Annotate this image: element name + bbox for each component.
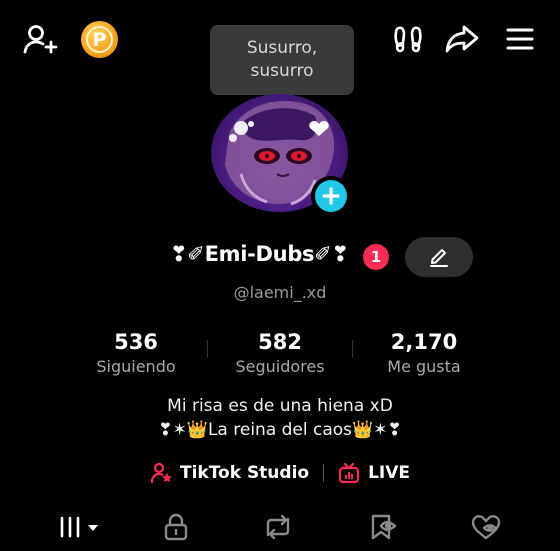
stat-followers[interactable]: 582 Seguidores bbox=[210, 328, 350, 378]
avatar-add-button[interactable] bbox=[311, 176, 351, 216]
tab-videos[interactable] bbox=[56, 512, 102, 542]
hamburger-menu-icon[interactable] bbox=[504, 25, 536, 53]
notification-badge: 1 bbox=[363, 244, 389, 270]
live-tv-icon bbox=[338, 462, 360, 484]
tooltip: Susurro, susurro bbox=[210, 25, 354, 95]
stat-divider bbox=[352, 340, 353, 358]
footprints-icon[interactable] bbox=[391, 22, 425, 56]
live-label: LIVE bbox=[368, 463, 411, 483]
display-name: ❣︎✐Emi-Dubs✐❣︎ bbox=[170, 242, 349, 266]
tab-private[interactable] bbox=[160, 512, 192, 542]
bio-line-1: Mi risa es de una hiena xD bbox=[167, 396, 393, 416]
lock-icon bbox=[164, 513, 188, 541]
stat-label: Me gusta bbox=[387, 357, 461, 376]
repost-icon bbox=[266, 514, 290, 540]
pencil-icon bbox=[430, 249, 448, 267]
liked-heart-icon bbox=[471, 515, 501, 540]
tab-favorites[interactable] bbox=[366, 512, 400, 542]
add-friend-icon[interactable] bbox=[20, 22, 60, 56]
person-star-icon bbox=[150, 462, 172, 484]
stat-following[interactable]: 536 Siguiendo bbox=[66, 328, 206, 378]
link-separator bbox=[323, 464, 325, 482]
bio-line-2: ❣︎✶👑La reina del caos👑✶❣︎ bbox=[158, 420, 402, 440]
stat-likes[interactable]: 2,170 Me gusta bbox=[354, 328, 494, 378]
coin-letter: P bbox=[86, 26, 113, 53]
tab-reposts[interactable] bbox=[260, 512, 296, 542]
share-arrow-icon[interactable] bbox=[443, 22, 481, 56]
favorites-icon bbox=[371, 514, 397, 540]
stat-value: 536 bbox=[114, 330, 158, 354]
tooltip-line-2: susurro bbox=[250, 61, 314, 81]
stat-label: Siguiendo bbox=[96, 357, 176, 376]
tab-liked[interactable] bbox=[468, 512, 504, 542]
username: @laemi_.xd bbox=[233, 283, 327, 302]
stat-divider bbox=[207, 340, 208, 358]
plus-icon bbox=[315, 180, 347, 212]
live-link[interactable]: LIVE bbox=[338, 462, 410, 484]
stat-label: Seguidores bbox=[235, 357, 325, 376]
coins-icon[interactable]: P bbox=[81, 21, 118, 58]
stat-value: 2,170 bbox=[390, 330, 458, 354]
profile-links: TikTok Studio LIVE bbox=[0, 460, 560, 486]
tooltip-line-1: Susurro, bbox=[246, 38, 318, 58]
stat-value: 582 bbox=[258, 330, 302, 354]
videos-grid-icon bbox=[60, 516, 98, 538]
tiktok-studio-link[interactable]: TikTok Studio bbox=[150, 462, 309, 484]
edit-profile-button[interactable] bbox=[405, 237, 473, 277]
tiktok-studio-label: TikTok Studio bbox=[179, 463, 310, 483]
